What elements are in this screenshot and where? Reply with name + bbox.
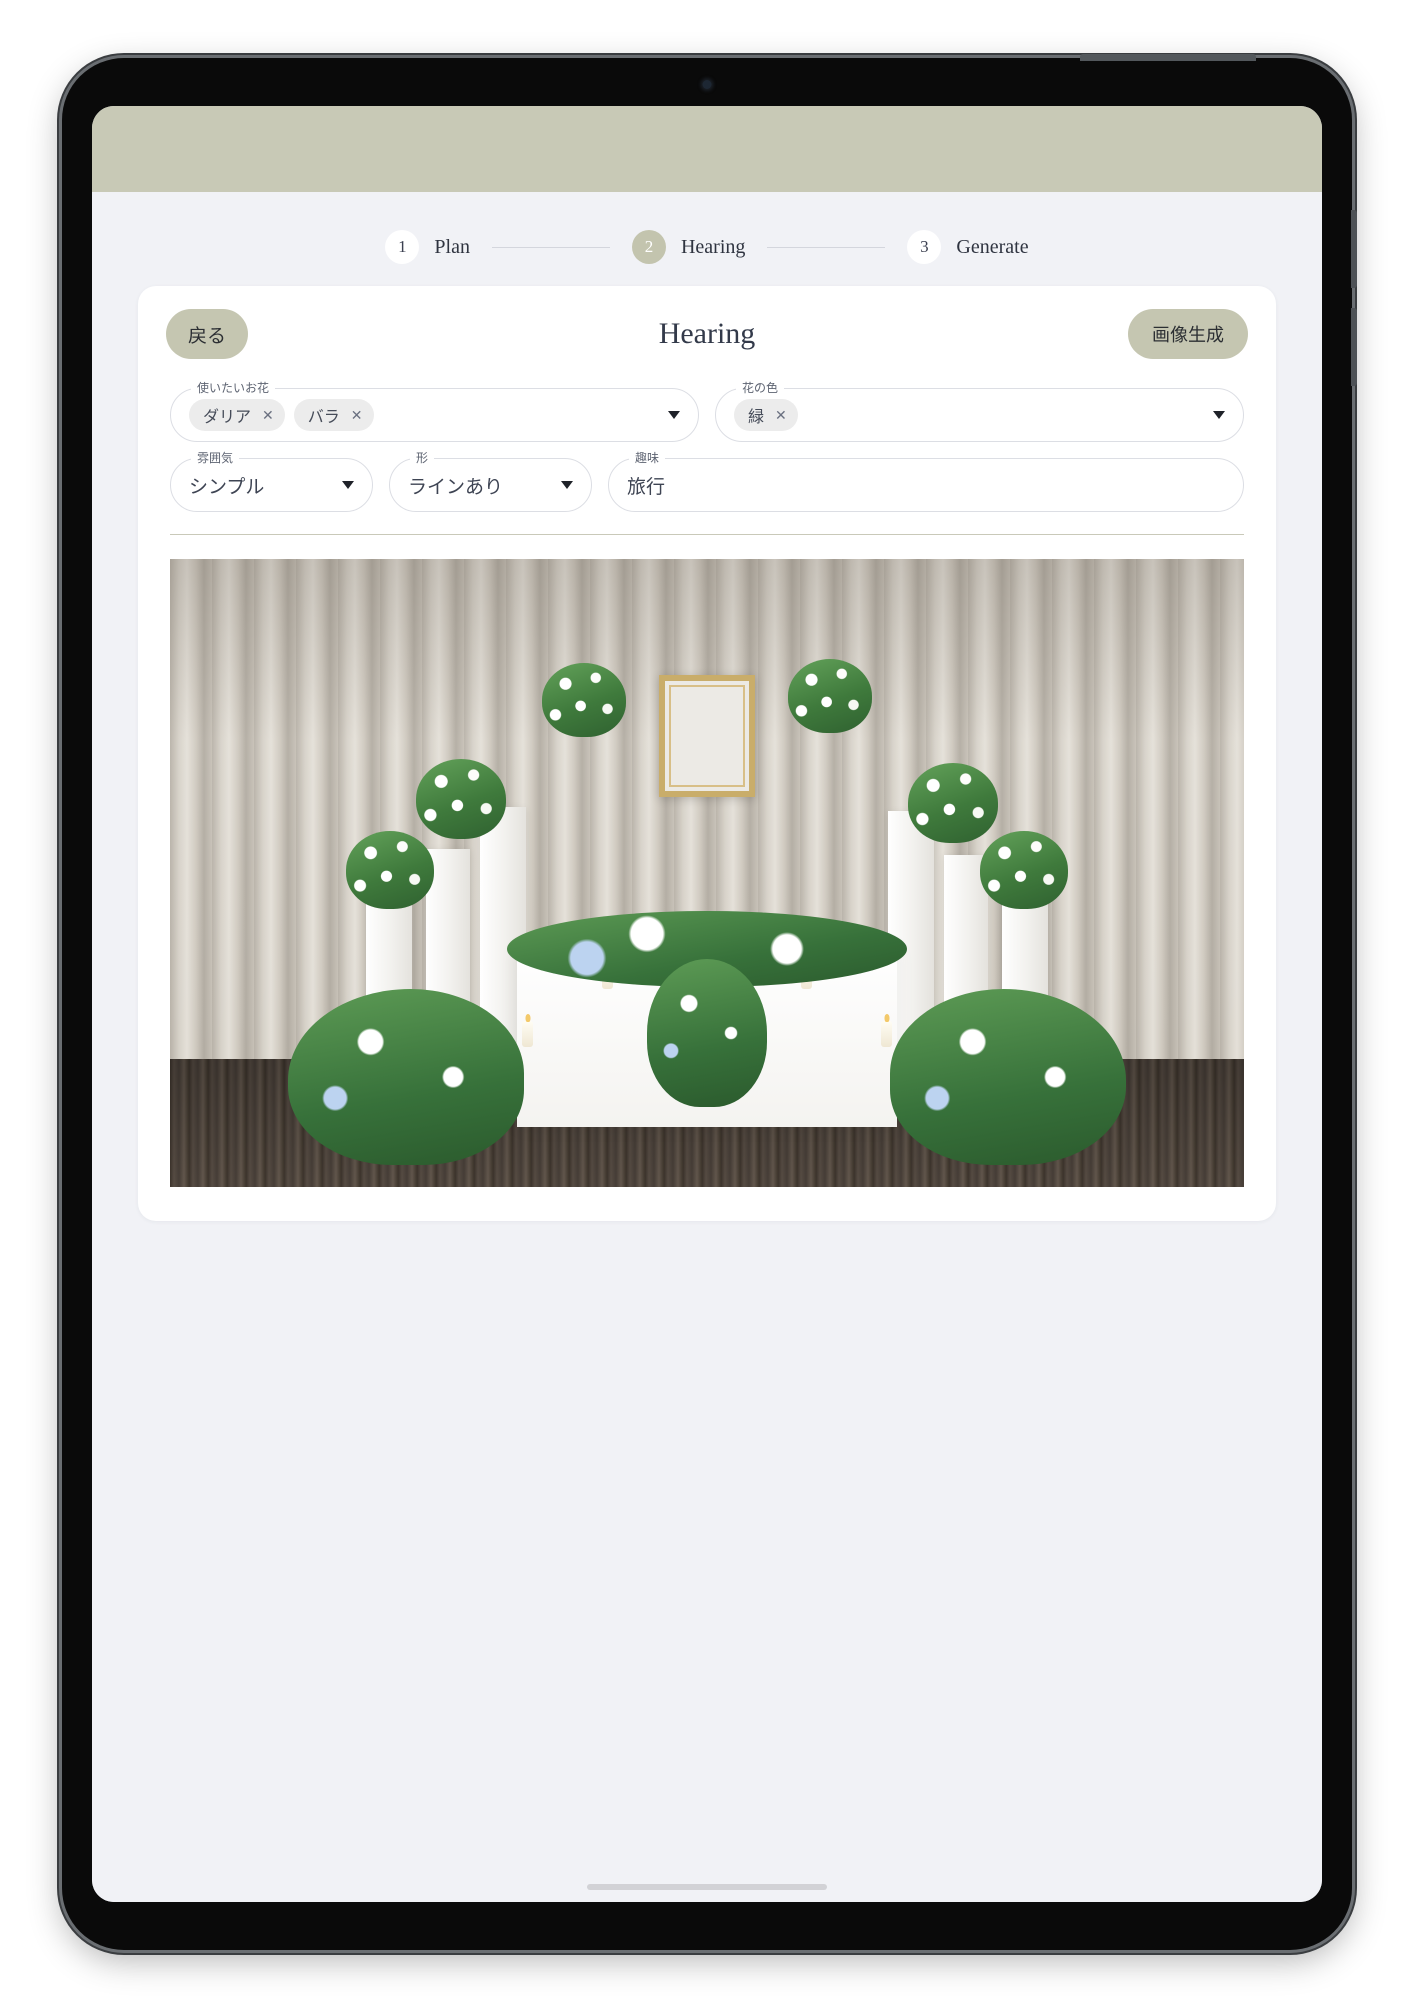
hearing-card: 戻る Hearing 画像生成 使いたいお花 ダリア ✕ バラ ✕ 花の色 緑 … xyxy=(138,286,1276,1221)
form-row-2: 雰囲気 シンプル 形 ラインあり 趣味 旅行 xyxy=(170,449,1244,512)
altar-preview-image[interactable] xyxy=(170,559,1244,1187)
flower-color-chip-list: 緑 ✕ xyxy=(734,399,798,431)
flowers-select-label: 使いたいお花 xyxy=(191,379,276,396)
volume-down-button[interactable] xyxy=(1351,308,1357,386)
hobby-input-value: 旅行 xyxy=(627,476,666,498)
floral-left-top xyxy=(542,663,626,737)
stepper-step-plan-number: 1 xyxy=(385,230,420,264)
chevron-down-icon[interactable] xyxy=(1213,411,1225,419)
flowers-chip-list: ダリア ✕ バラ ✕ xyxy=(189,399,374,431)
stepper-connector-1 xyxy=(491,246,610,248)
atmosphere-select-value: シンプル xyxy=(189,476,265,498)
chip-green-remove-icon[interactable]: ✕ xyxy=(775,408,787,422)
floral-right-top xyxy=(788,659,872,733)
atmosphere-select-label: 雰囲気 xyxy=(191,449,240,466)
chip-rose-label: バラ xyxy=(307,409,340,426)
chip-green[interactable]: 緑 ✕ xyxy=(734,399,798,431)
chevron-down-icon[interactable] xyxy=(561,481,573,489)
floral-cascade-center xyxy=(647,959,767,1107)
generate-image-button[interactable]: 画像生成 xyxy=(1128,309,1248,359)
hobby-input-label: 趣味 xyxy=(629,449,666,466)
preview-image-wrapper xyxy=(138,535,1276,1187)
front-camera-icon xyxy=(702,80,712,89)
hobby-input[interactable]: 趣味 旅行 xyxy=(608,449,1244,512)
tablet-device-frame: 1 Plan 2 Hearing 3 Generate 戻る Hearing 画… xyxy=(62,54,1357,1950)
hearing-form: 使いたいお花 ダリア ✕ バラ ✕ 花の色 緑 ✕ 雰囲気 シンプル 形 ライン… xyxy=(138,379,1276,512)
home-indicator[interactable] xyxy=(587,1884,827,1890)
shape-select-value: ラインあり xyxy=(408,476,504,498)
stepper-step-hearing-number: 2 xyxy=(631,230,666,264)
chevron-down-icon[interactable] xyxy=(668,411,680,419)
chip-rose-remove-icon[interactable]: ✕ xyxy=(351,408,363,422)
flower-color-select[interactable]: 花の色 緑 ✕ xyxy=(715,379,1244,442)
stepper-step-hearing-label: Hearing xyxy=(680,235,746,258)
chip-dahlia[interactable]: ダリア ✕ xyxy=(189,399,285,431)
stepper-step-plan[interactable]: 1 Plan xyxy=(385,230,470,264)
chip-dahlia-remove-icon[interactable]: ✕ xyxy=(262,408,274,422)
card-header: 戻る Hearing 画像生成 xyxy=(138,286,1276,382)
shape-select[interactable]: 形 ラインあり xyxy=(389,449,592,512)
floral-right-outer xyxy=(980,831,1068,909)
chip-dahlia-label: ダリア xyxy=(203,409,252,426)
page-title: Hearing xyxy=(658,317,756,350)
atmosphere-select[interactable]: 雰囲気 シンプル xyxy=(170,449,373,512)
app-topbar xyxy=(92,106,1322,192)
candle-left-2 xyxy=(522,1021,533,1047)
flower-color-select-label: 花の色 xyxy=(736,379,785,396)
chevron-down-icon[interactable] xyxy=(342,481,354,489)
chip-green-label: 緑 xyxy=(748,409,765,426)
candle-right-2 xyxy=(881,1021,892,1047)
stepper-step-generate-label: Generate xyxy=(956,235,1029,258)
stepper-step-plan-label: Plan xyxy=(434,235,470,258)
floral-left-outer xyxy=(346,831,434,909)
floral-right-mid xyxy=(908,763,998,843)
shape-select-label: 形 xyxy=(410,449,435,466)
floral-base-left xyxy=(288,989,524,1165)
floral-left-mid xyxy=(416,759,506,839)
form-row-1: 使いたいお花 ダリア ✕ バラ ✕ 花の色 緑 ✕ xyxy=(170,379,1244,442)
stepper-step-generate-number: 3 xyxy=(907,230,942,264)
power-button[interactable] xyxy=(1080,54,1256,61)
app-body: 1 Plan 2 Hearing 3 Generate 戻る Hearing 画… xyxy=(92,192,1322,1902)
stepper-connector-2 xyxy=(767,246,886,248)
progress-stepper: 1 Plan 2 Hearing 3 Generate xyxy=(92,192,1322,286)
floral-base-right xyxy=(890,989,1126,1165)
back-button[interactable]: 戻る xyxy=(166,309,248,359)
stepper-step-hearing[interactable]: 2 Hearing xyxy=(631,230,746,264)
memorial-photo-frame xyxy=(659,675,755,797)
volume-up-button[interactable] xyxy=(1351,210,1357,288)
stepper-step-generate[interactable]: 3 Generate xyxy=(907,230,1029,264)
chip-rose[interactable]: バラ ✕ xyxy=(293,399,374,431)
tablet-screen: 1 Plan 2 Hearing 3 Generate 戻る Hearing 画… xyxy=(92,106,1322,1902)
flowers-select[interactable]: 使いたいお花 ダリア ✕ バラ ✕ xyxy=(170,379,699,442)
